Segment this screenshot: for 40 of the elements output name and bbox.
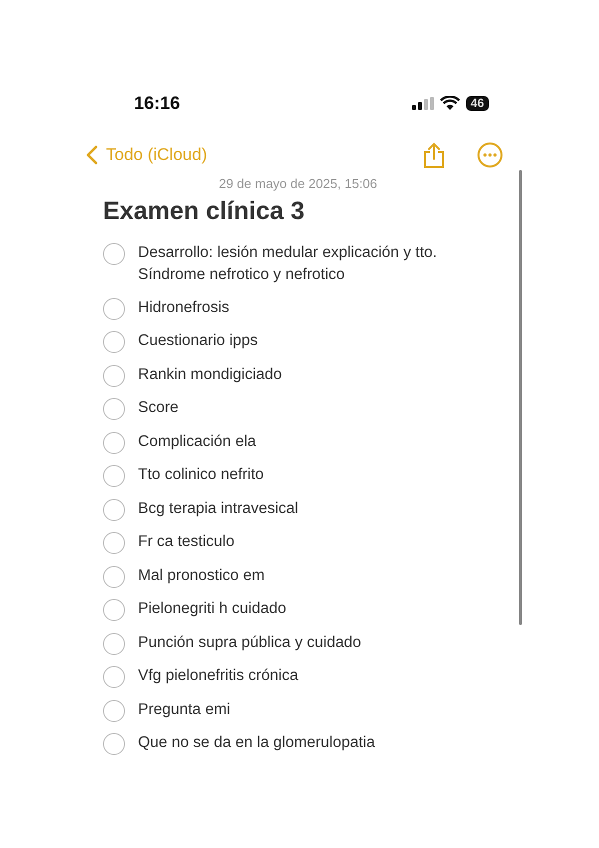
checklist-item: Desarrollo: lesión medular explicación y tto. Síndrome nefrotico y nefrotico [138,243,437,285]
checklist-item: Fr ca testiculo [138,532,234,552]
checkbox[interactable] [103,432,125,454]
checklist-item: Bcg terapia intravesical [138,498,298,518]
checkbox[interactable] [103,566,125,588]
checkbox[interactable] [103,700,125,722]
checkbox[interactable] [103,298,125,320]
checklist-item: Complicación ela [138,432,256,452]
checkbox[interactable] [103,632,125,654]
checkbox[interactable] [103,532,125,554]
checkbox[interactable] [103,498,125,520]
checkbox[interactable] [103,243,125,265]
checklist-item: Pielonegriti h cuidado [138,599,286,619]
signal-icon [412,96,434,110]
checklist-item: Hidronefrosis [138,298,230,318]
note-date: 29 de mayo de 2025, 15:06 [218,176,378,191]
checkbox[interactable] [103,733,125,755]
checkbox[interactable] [103,331,125,353]
back-chevron-icon[interactable] [86,145,98,165]
checkbox[interactable] [103,465,125,487]
checklist-item: Tto colinico nefrito [138,465,264,485]
back-link[interactable]: Todo (iCloud) [86,145,208,165]
battery-indicator: 46 [466,96,489,110]
note-title: Examen clínica 3 [103,197,306,226]
status-time: 16:16 [134,92,180,114]
checklist-item: Score [138,398,178,418]
share-icon[interactable] [423,142,445,168]
checklist-item: Vfg pielonefritis crónica [138,666,298,686]
checklist-item: Cuestionario ipps [138,331,258,351]
checklist-item: Punción supra pública y cuidado [138,632,362,652]
checkbox[interactable] [103,398,125,420]
checkbox[interactable] [103,364,125,386]
checklist-item: Pregunta emi [138,700,230,720]
checkbox[interactable] [103,599,125,621]
checklist-item: Rankin mondigiciado [138,364,282,384]
checkbox[interactable] [103,666,125,688]
wifi-icon [440,96,460,110]
checklist-item: Mal pronostico em [138,566,265,586]
checklist-item: Que no se da en la glomerulopatia [138,733,375,753]
more-icon[interactable] [477,142,503,168]
